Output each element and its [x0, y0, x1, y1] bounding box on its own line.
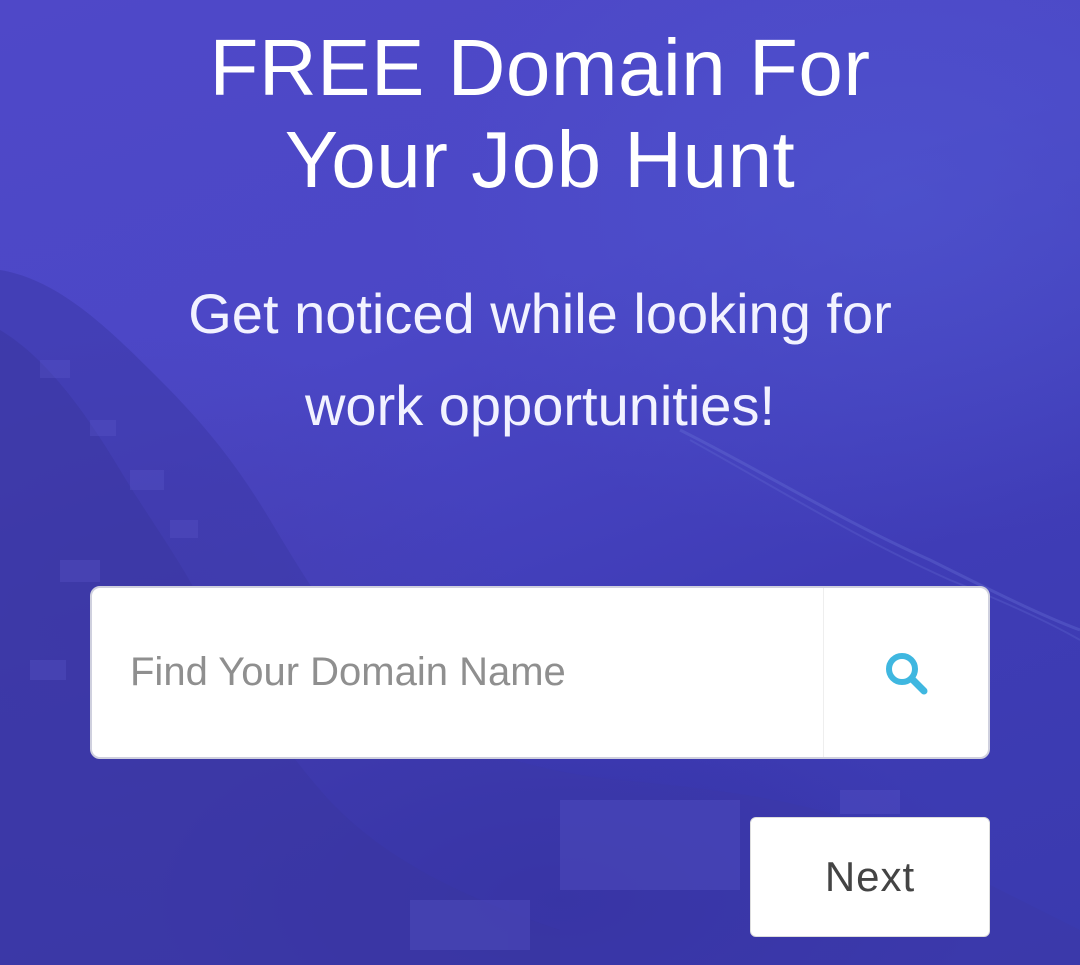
domain-search-box — [90, 586, 990, 759]
page-subtitle: Get noticed while looking for work oppor… — [140, 268, 940, 452]
search-button[interactable] — [823, 588, 988, 757]
domain-search-input[interactable] — [92, 588, 823, 757]
page-title-line2: Your Job Hunt — [284, 115, 796, 204]
search-icon — [886, 652, 928, 694]
page-subtitle-line1: Get noticed while looking for — [188, 282, 892, 345]
page-title: FREE Domain For Your Job Hunt — [0, 22, 1080, 206]
page-subtitle-line2: work opportunities! — [304, 374, 775, 437]
next-button[interactable]: Next — [750, 817, 990, 937]
page-title-line1: FREE Domain For — [209, 23, 871, 112]
